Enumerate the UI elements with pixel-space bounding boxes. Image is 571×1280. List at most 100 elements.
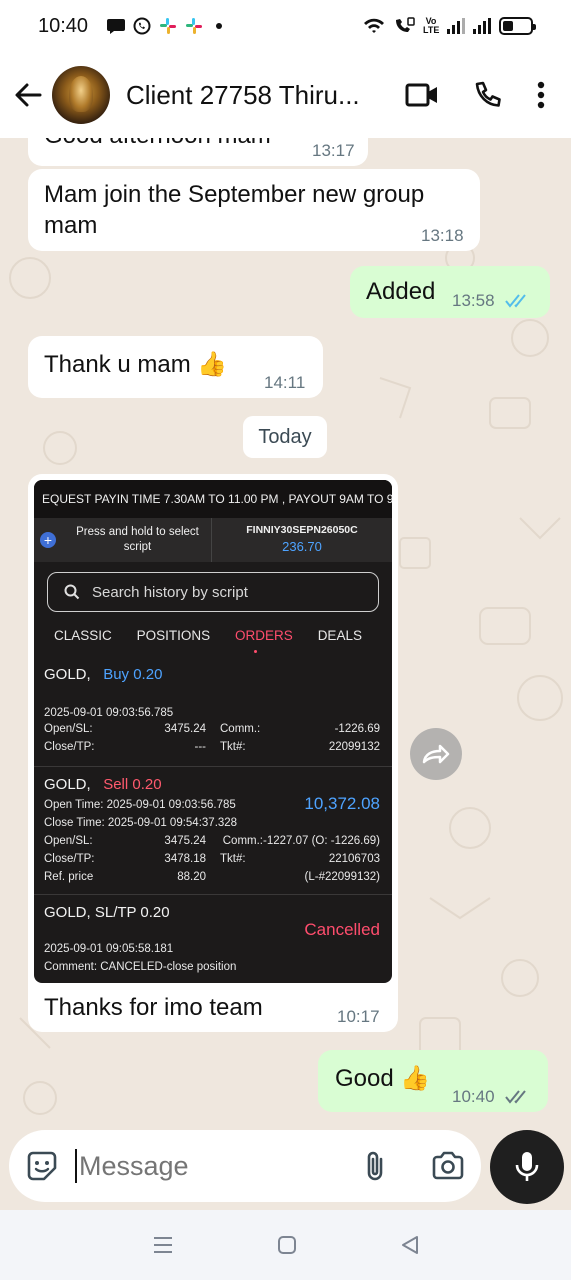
ref-label: Ref. price <box>44 871 94 883</box>
open-label: Open/SL: <box>44 835 93 847</box>
order-title: GOLD, SL/TP 0.20 <box>44 904 170 921</box>
message-input[interactable] <box>79 1150 329 1182</box>
close-label: Close/TP: <box>44 741 95 753</box>
order-divider <box>34 766 392 767</box>
comm-value: -1226.69 <box>334 723 380 735</box>
chat-title[interactable]: Client 27758 Thiru... <box>126 80 405 111</box>
forward-icon <box>422 744 450 764</box>
order-time: 2025-09-01 09:05:58.181 <box>44 943 174 955</box>
message-bubble[interactable]: Good afternoon mam 13:17 <box>28 138 368 166</box>
voice-message-button[interactable] <box>490 1130 564 1204</box>
message-time: 13:58 <box>452 291 495 310</box>
read-receipt-icon <box>505 294 526 308</box>
back-arrow-icon <box>15 83 42 107</box>
phone-icon[interactable] <box>473 80 503 110</box>
message-time: 10:40 <box>452 1087 495 1106</box>
sticker-icon[interactable] <box>25 1149 59 1183</box>
order-symbol: GOLD, <box>44 666 91 683</box>
back-nav-icon[interactable] <box>400 1235 420 1255</box>
video-call-icon[interactable] <box>405 82 439 108</box>
order-side: Buy 0.20 <box>103 666 163 683</box>
signal-icon-2 <box>473 18 491 34</box>
date-divider: Today <box>243 416 327 458</box>
message-time: 10:17 <box>337 1007 380 1026</box>
order-row: GOLD, Buy 0.20 2025-09-01 09:03:56.785 O… <box>34 660 392 760</box>
chat-bubble-icon <box>107 19 126 34</box>
select-script-hint: Press and hold to select script <box>76 526 199 553</box>
ticket-label: Tkt#: <box>220 853 246 865</box>
history-search-box: Search history by script <box>47 572 379 612</box>
notification-icons <box>106 17 223 35</box>
chat-messages[interactable]: Good afternoon mam 13:17 Mam join the Se… <box>0 138 571 1128</box>
signal-icon-1 <box>447 18 465 34</box>
message-composer <box>0 1128 571 1210</box>
open-value: 3475.24 <box>164 835 206 847</box>
plus-icon: + <box>40 532 56 548</box>
more-vert-icon[interactable] <box>537 81 545 109</box>
image-caption: Thanks for imo team <box>44 994 263 1021</box>
avatar[interactable] <box>52 66 110 124</box>
whatsapp-icon <box>133 17 151 35</box>
ticket-value: 22106703 <box>328 853 380 865</box>
order-divider <box>34 894 392 895</box>
order-profit: 10,372.08 <box>304 794 380 813</box>
order-symbol: GOLD, <box>44 776 91 793</box>
message-text: Thank u mam 👍 <box>44 351 228 378</box>
close-label: Close/TP: <box>44 853 95 865</box>
message-bubble[interactable]: Added 13:58 <box>350 266 550 318</box>
attach-icon[interactable] <box>361 1149 389 1183</box>
message-bubble[interactable]: Mam join the September new group mam 13:… <box>28 169 480 251</box>
message-input-pill[interactable] <box>9 1130 481 1202</box>
wifi-icon <box>364 18 384 33</box>
message-time: 13:17 <box>312 141 355 160</box>
order-side: Sell 0.20 <box>103 776 162 793</box>
back-button[interactable] <box>12 79 44 111</box>
search-placeholder: Search history by script <box>92 583 248 601</box>
tab-classic: CLASSIC <box>54 628 112 643</box>
battery-icon <box>499 17 536 35</box>
mic-icon <box>515 1152 539 1181</box>
system-nav-bar <box>0 1210 571 1280</box>
ref-ticket: (L-#22099132) <box>304 871 380 883</box>
text-caret <box>75 1149 77 1183</box>
wifi-calling-icon <box>396 17 415 32</box>
slack-icon-2 <box>186 18 203 34</box>
status-time: 10:40 <box>38 14 89 37</box>
message-bubble[interactable]: Good 👍 10:40 <box>318 1050 548 1112</box>
open-value: 3475.24 <box>164 723 206 735</box>
delivered-ticks-icon <box>505 1090 526 1104</box>
tab-deals: DEALS <box>317 628 362 643</box>
home-nav-icon[interactable] <box>277 1235 297 1255</box>
comm-value: Comm.:-1227.07 (O: -1226.69) <box>222 835 380 847</box>
order-comment: Comment: CANCELED-close position <box>44 961 237 973</box>
message-bubble[interactable]: Thank u mam 👍 14:11 <box>28 336 323 398</box>
ref-value: 88.20 <box>177 871 206 883</box>
order-status: Cancelled <box>304 920 380 939</box>
order-row: GOLD, SL/TP 0.20 Cancelled 2025-09-01 09… <box>34 898 392 983</box>
search-icon <box>64 584 80 600</box>
camera-icon[interactable] <box>431 1151 465 1181</box>
forward-button[interactable] <box>410 728 462 780</box>
message-text: Added <box>366 278 436 305</box>
trading-app-screenshot[interactable]: EQUEST PAYIN TIME 7.30AM TO 11.00 PM , P… <box>34 480 392 983</box>
message-time: 13:18 <box>421 226 464 245</box>
message-text: Good 👍 <box>335 1065 431 1092</box>
menu-nav-icon[interactable] <box>152 1235 174 1255</box>
chat-header: Client 27758 Thiru... <box>0 52 571 138</box>
status-bar: 10:40 Vo LTE <box>0 0 571 52</box>
open-label: Open/SL: <box>44 723 93 735</box>
ticket-value: 22099132 <box>328 741 380 753</box>
active-tab-indicator <box>254 650 257 653</box>
system-icons: Vo LTE <box>363 16 536 35</box>
message-text: Good afternoon mam <box>44 138 271 150</box>
slack-icon <box>160 18 177 34</box>
tab-positions: POSITIONS <box>136 628 211 643</box>
message-time: 14:11 <box>264 373 306 392</box>
history-tabs: CLASSIC POSITIONS ORDERS DEALS <box>34 628 392 653</box>
more-notifications-dot <box>216 23 223 29</box>
announcement-ticker: EQUEST PAYIN TIME 7.30AM TO 11.00 PM , P… <box>34 480 392 518</box>
ticket-label: Tkt#: <box>220 741 246 753</box>
volte-indicator: Vo LTE <box>423 16 440 35</box>
close-value: --- <box>194 741 207 753</box>
message-text: Mam join the September new group mam <box>44 181 425 239</box>
